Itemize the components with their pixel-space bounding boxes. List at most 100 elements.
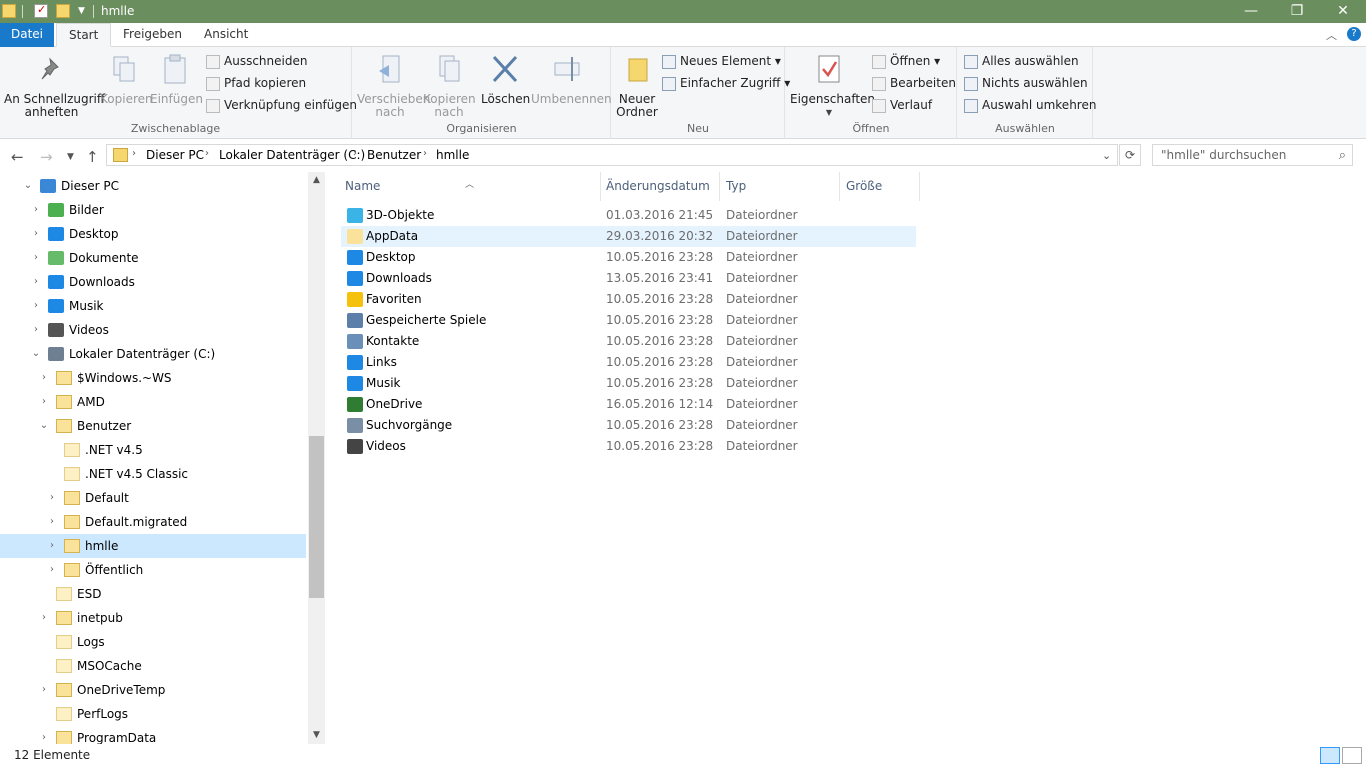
breadcrumb[interactable]: › Dieser PC › Lokaler Datenträger (C:) ›… (106, 144, 1118, 166)
chevron-right-icon[interactable]: › (353, 148, 357, 159)
chevron-right-icon[interactable]: › (38, 606, 50, 630)
rename-button[interactable]: Umbenennen (531, 53, 612, 106)
chevron-right-icon[interactable]: › (132, 148, 136, 159)
new-item-button[interactable]: Neues Element ▾ (662, 52, 781, 72)
help-icon[interactable]: ? (1347, 27, 1361, 41)
file-row[interactable]: 3D-Objekte 01.03.2016 21:45 Dateiordner (341, 205, 916, 226)
tree-item[interactable]: › inetpub (0, 606, 306, 630)
file-row[interactable]: Musik 10.05.2016 23:28 Dateiordner (341, 373, 916, 394)
folder-icon[interactable] (2, 4, 16, 18)
chevron-right-icon[interactable]: › (30, 294, 42, 318)
restore-button[interactable]: ❐ (1274, 0, 1320, 23)
chevron-down-icon[interactable]: ▼ (78, 6, 92, 20)
tab-share[interactable]: Freigeben (111, 23, 194, 47)
file-row[interactable]: AppData 29.03.2016 20:32 Dateiordner (341, 226, 916, 247)
large-icons-view-button[interactable] (1342, 747, 1362, 764)
select-all-button[interactable]: Alles auswählen (964, 52, 1079, 72)
chevron-right-icon[interactable]: › (38, 390, 50, 414)
breadcrumb-item[interactable]: hmlle (436, 148, 469, 162)
chevron-right-icon[interactable]: › (46, 486, 58, 510)
tree-scrollbar[interactable]: ▲ ▼ (308, 172, 325, 744)
file-row[interactable]: Videos 10.05.2016 23:28 Dateiordner (341, 436, 916, 457)
tree-item[interactable]: › Dokumente (0, 246, 306, 270)
column-header-type[interactable]: Typ (720, 172, 840, 201)
easy-access-button[interactable]: Einfacher Zugriff ▾ (662, 74, 790, 94)
navigation-pane[interactable]: ⌄ Dieser PC › Bilder › Desktop › Dokumente › Down… (0, 172, 308, 744)
chevron-right-icon[interactable]: › (38, 366, 50, 390)
chevron-right-icon[interactable]: › (205, 148, 209, 159)
file-row[interactable]: Kontakte 10.05.2016 23:28 Dateiordner (341, 331, 916, 352)
chevron-right-icon[interactable]: › (30, 246, 42, 270)
scroll-up-icon[interactable]: ▲ (308, 172, 325, 189)
chevron-down-icon[interactable]: ⌄ (22, 174, 34, 198)
select-none-button[interactable]: Nichts auswählen (964, 74, 1088, 94)
column-header-size[interactable]: Größe (840, 172, 920, 201)
chevron-right-icon[interactable]: › (46, 510, 58, 534)
copy-button[interactable]: Kopieren (100, 53, 153, 106)
tab-file[interactable]: Datei (0, 23, 54, 47)
tree-item[interactable]: ESD (0, 582, 306, 606)
tree-item[interactable]: › OneDriveTemp (0, 678, 306, 702)
breadcrumb-item[interactable]: Dieser PC (146, 148, 204, 162)
breadcrumb-item[interactable]: Lokaler Datenträger (C:) (219, 148, 365, 162)
details-view-button[interactable] (1320, 747, 1340, 764)
forward-button[interactable]: → (40, 148, 53, 166)
chevron-right-icon[interactable]: › (423, 148, 427, 159)
tree-item[interactable]: › Desktop (0, 222, 306, 246)
move-to-button[interactable]: Verschieben nach (357, 53, 430, 119)
file-row[interactable]: Downloads 13.05.2016 23:41 Dateiordner (341, 268, 916, 289)
invert-selection-button[interactable]: Auswahl umkehren (964, 96, 1096, 116)
tree-item[interactable]: ⌄ Dieser PC (0, 174, 306, 198)
tree-item[interactable]: ⌄ Benutzer (0, 414, 306, 438)
tree-item[interactable]: › Videos (0, 318, 306, 342)
file-row[interactable]: Links 10.05.2016 23:28 Dateiordner (341, 352, 916, 373)
open-button[interactable]: Öffnen ▾ (872, 52, 940, 72)
column-header-name[interactable]: Name ︿ (339, 172, 601, 201)
chevron-down-icon[interactable]: ⌄ (1102, 149, 1111, 162)
close-button[interactable]: ✕ (1320, 0, 1366, 23)
copy-path-button[interactable]: Pfad kopieren (206, 74, 306, 94)
file-row[interactable]: Favoriten 10.05.2016 23:28 Dateiordner (341, 289, 916, 310)
file-row[interactable]: Gespeicherte Spiele 10.05.2016 23:28 Datei… (341, 310, 916, 331)
chevron-right-icon[interactable]: › (38, 678, 50, 702)
collapse-ribbon-icon[interactable]: ︿ (1326, 27, 1337, 43)
tree-item[interactable]: › Musik (0, 294, 306, 318)
tree-item[interactable]: › AMD (0, 390, 306, 414)
tree-item[interactable]: ⌄ Lokaler Datenträger (C:) (0, 342, 306, 366)
recent-locations-button[interactable]: ▼ (67, 152, 74, 162)
tree-item[interactable]: PerfLogs (0, 702, 306, 726)
tab-view[interactable]: Ansicht (192, 23, 260, 47)
column-header-date[interactable]: Änderungsdatum (600, 172, 720, 201)
tree-item[interactable]: › Öffentlich (0, 558, 306, 582)
breadcrumb-item[interactable]: Benutzer (367, 148, 421, 162)
tree-item[interactable]: .NET v4.5 Classic (0, 462, 306, 486)
tree-item[interactable]: › Default (0, 486, 306, 510)
chevron-right-icon[interactable]: › (30, 198, 42, 222)
tree-item[interactable]: › Downloads (0, 270, 306, 294)
chevron-right-icon[interactable]: › (30, 270, 42, 294)
cut-button[interactable]: Ausschneiden (206, 52, 307, 72)
tree-item[interactable]: › hmlle (0, 534, 306, 558)
tab-start[interactable]: Start (56, 23, 112, 47)
back-button[interactable]: ← (11, 148, 24, 166)
copy-to-button[interactable]: Kopieren nach (423, 53, 476, 119)
properties-button[interactable]: Eigenschaften ▼ (790, 53, 875, 119)
new-folder-button[interactable]: Neuer Ordner (616, 53, 658, 119)
scrollbar-thumb[interactable] (309, 436, 324, 598)
up-button[interactable]: ↑ (86, 148, 99, 166)
file-row[interactable]: Desktop 10.05.2016 23:28 Dateiordner (341, 247, 916, 268)
paste-button[interactable]: Einfügen (150, 53, 203, 106)
tree-item[interactable]: › $Windows.~WS (0, 366, 306, 390)
tree-item[interactable]: › Default.migrated (0, 510, 306, 534)
tree-item[interactable]: Logs (0, 630, 306, 654)
minimize-button[interactable]: — (1228, 0, 1274, 23)
search-input[interactable]: "hmlle" durchsuchen ⌕ (1152, 144, 1353, 166)
refresh-button[interactable]: ⟳ (1119, 144, 1141, 166)
scroll-down-icon[interactable]: ▼ (308, 727, 325, 744)
edit-button[interactable]: Bearbeiten (872, 74, 956, 94)
file-row[interactable]: OneDrive 16.05.2016 12:14 Dateiordner (341, 394, 916, 415)
tree-item[interactable]: › Bilder (0, 198, 306, 222)
delete-button[interactable]: Löschen (481, 53, 530, 106)
chevron-down-icon[interactable]: ⌄ (38, 414, 50, 438)
chevron-right-icon[interactable]: › (46, 534, 58, 558)
